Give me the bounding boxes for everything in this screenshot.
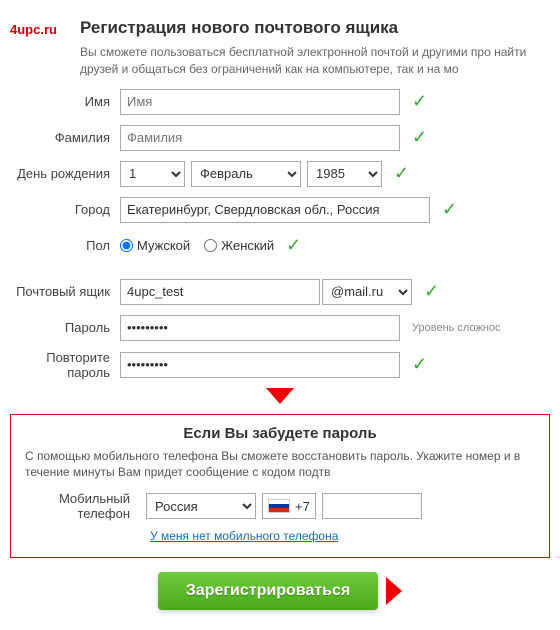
logo-area: 4upc.ru	[10, 18, 80, 37]
city-row: Город ✓	[10, 196, 550, 224]
arrow-down-icon	[266, 388, 294, 404]
birthday-control: 12345 678910 1112131415 1617181920 21222…	[120, 161, 550, 187]
surname-row: Фамилия ✓	[10, 124, 550, 152]
gender-radio-group: Мужской Женский	[120, 238, 274, 253]
form-section: Имя ✓ Фамилия ✓ День рождения 12345 6789…	[0, 88, 560, 380]
password-strength: Уровень сложнос	[412, 322, 501, 334]
birthday-checkmark: ✓	[394, 163, 409, 184]
surname-input[interactable]	[120, 125, 400, 151]
email-control: @mail.ru @inbox.ru @bk.ru @list.ru ✓	[120, 279, 550, 305]
name-input[interactable]	[120, 89, 400, 115]
surname-label: Фамилия	[10, 130, 120, 145]
recovery-box: Если Вы забудете пароль С помощью мобиль…	[10, 414, 550, 559]
page-description: Вы сможете пользоваться бесплатной элект…	[80, 44, 550, 78]
logo-link[interactable]: 4upc.ru	[10, 22, 57, 37]
gender-row: Пол Мужской Женский ✓	[10, 232, 550, 260]
birthday-row: День рождения 12345 678910 1112131415 16…	[10, 160, 550, 188]
arrow-right-icon	[386, 577, 402, 605]
phone-input[interactable]	[322, 493, 422, 519]
birthday-label: День рождения	[10, 166, 120, 181]
phone-prefix: +7	[295, 499, 310, 514]
confirm-control: ✓	[120, 352, 550, 378]
email-domain-group: @mail.ru @inbox.ru @bk.ru @list.ru	[120, 279, 412, 305]
gender-male-text: Мужской	[137, 238, 190, 253]
name-control: ✓	[120, 89, 550, 115]
confirm-input[interactable]	[120, 352, 400, 378]
gender-male-radio[interactable]	[120, 239, 133, 252]
phone-row: Мобильный телефон Россия США Германия +7	[25, 491, 535, 521]
gender-male-label[interactable]: Мужской	[120, 238, 190, 253]
email-domain-select[interactable]: @mail.ru @inbox.ru @bk.ru @list.ru	[322, 279, 412, 305]
password-label: Пароль	[10, 320, 120, 335]
city-label: Город	[10, 202, 120, 217]
flag-box: +7	[262, 493, 316, 519]
gender-female-text: Женский	[221, 238, 274, 253]
gender-control: Мужской Женский ✓	[120, 235, 550, 256]
password-input[interactable]	[120, 315, 400, 341]
header-content: Регистрация нового почтового ящика Вы см…	[80, 18, 550, 78]
gender-female-radio[interactable]	[204, 239, 217, 252]
email-label: Почтовый ящик	[10, 284, 120, 299]
phone-label: Мобильный телефон	[25, 491, 140, 521]
birthday-day-select[interactable]: 12345 678910 1112131415 1617181920 21222…	[120, 161, 185, 187]
birthday-month-select[interactable]: ЯнварьФевральМарт АпрельМайИюньИюль Авгу…	[191, 161, 301, 187]
country-select[interactable]: Россия США Германия	[146, 493, 256, 519]
surname-checkmark: ✓	[412, 127, 427, 148]
header-section: 4upc.ru Регистрация нового почтового ящи…	[0, 10, 560, 88]
name-row: Имя ✓	[10, 88, 550, 116]
gender-female-label[interactable]: Женский	[204, 238, 274, 253]
confirm-checkmark: ✓	[412, 354, 427, 375]
confirm-row: Повторите пароль ✓	[10, 350, 550, 380]
gender-label: Пол	[10, 238, 120, 253]
name-checkmark: ✓	[412, 91, 427, 112]
surname-control: ✓	[120, 125, 550, 151]
email-checkmark: ✓	[424, 281, 439, 302]
confirm-label: Повторите пароль	[10, 350, 120, 380]
email-input[interactable]	[120, 279, 320, 305]
arrow-down-container	[0, 388, 560, 404]
no-phone-link[interactable]: У меня нет мобильного телефона	[150, 529, 535, 543]
birthday-year-select[interactable]: 198519861987 198819891990	[307, 161, 382, 187]
gender-checkmark: ✓	[286, 235, 301, 256]
city-control: ✓	[120, 197, 550, 223]
page-title: Регистрация нового почтового ящика	[80, 18, 550, 38]
city-checkmark: ✓	[442, 199, 457, 220]
email-row: Почтовый ящик @mail.ru @inbox.ru @bk.ru …	[10, 278, 550, 306]
russia-flag-icon	[268, 499, 290, 513]
city-input[interactable]	[120, 197, 430, 223]
password-control: Уровень сложнос	[120, 315, 550, 341]
recovery-title: Если Вы забудете пароль	[25, 425, 535, 442]
name-label: Имя	[10, 94, 120, 109]
recovery-description: С помощью мобильного телефона Вы сможете…	[25, 448, 535, 482]
password-row: Пароль Уровень сложнос	[10, 314, 550, 342]
page-wrapper: 4upc.ru Регистрация нового почтового ящи…	[0, 0, 560, 630]
